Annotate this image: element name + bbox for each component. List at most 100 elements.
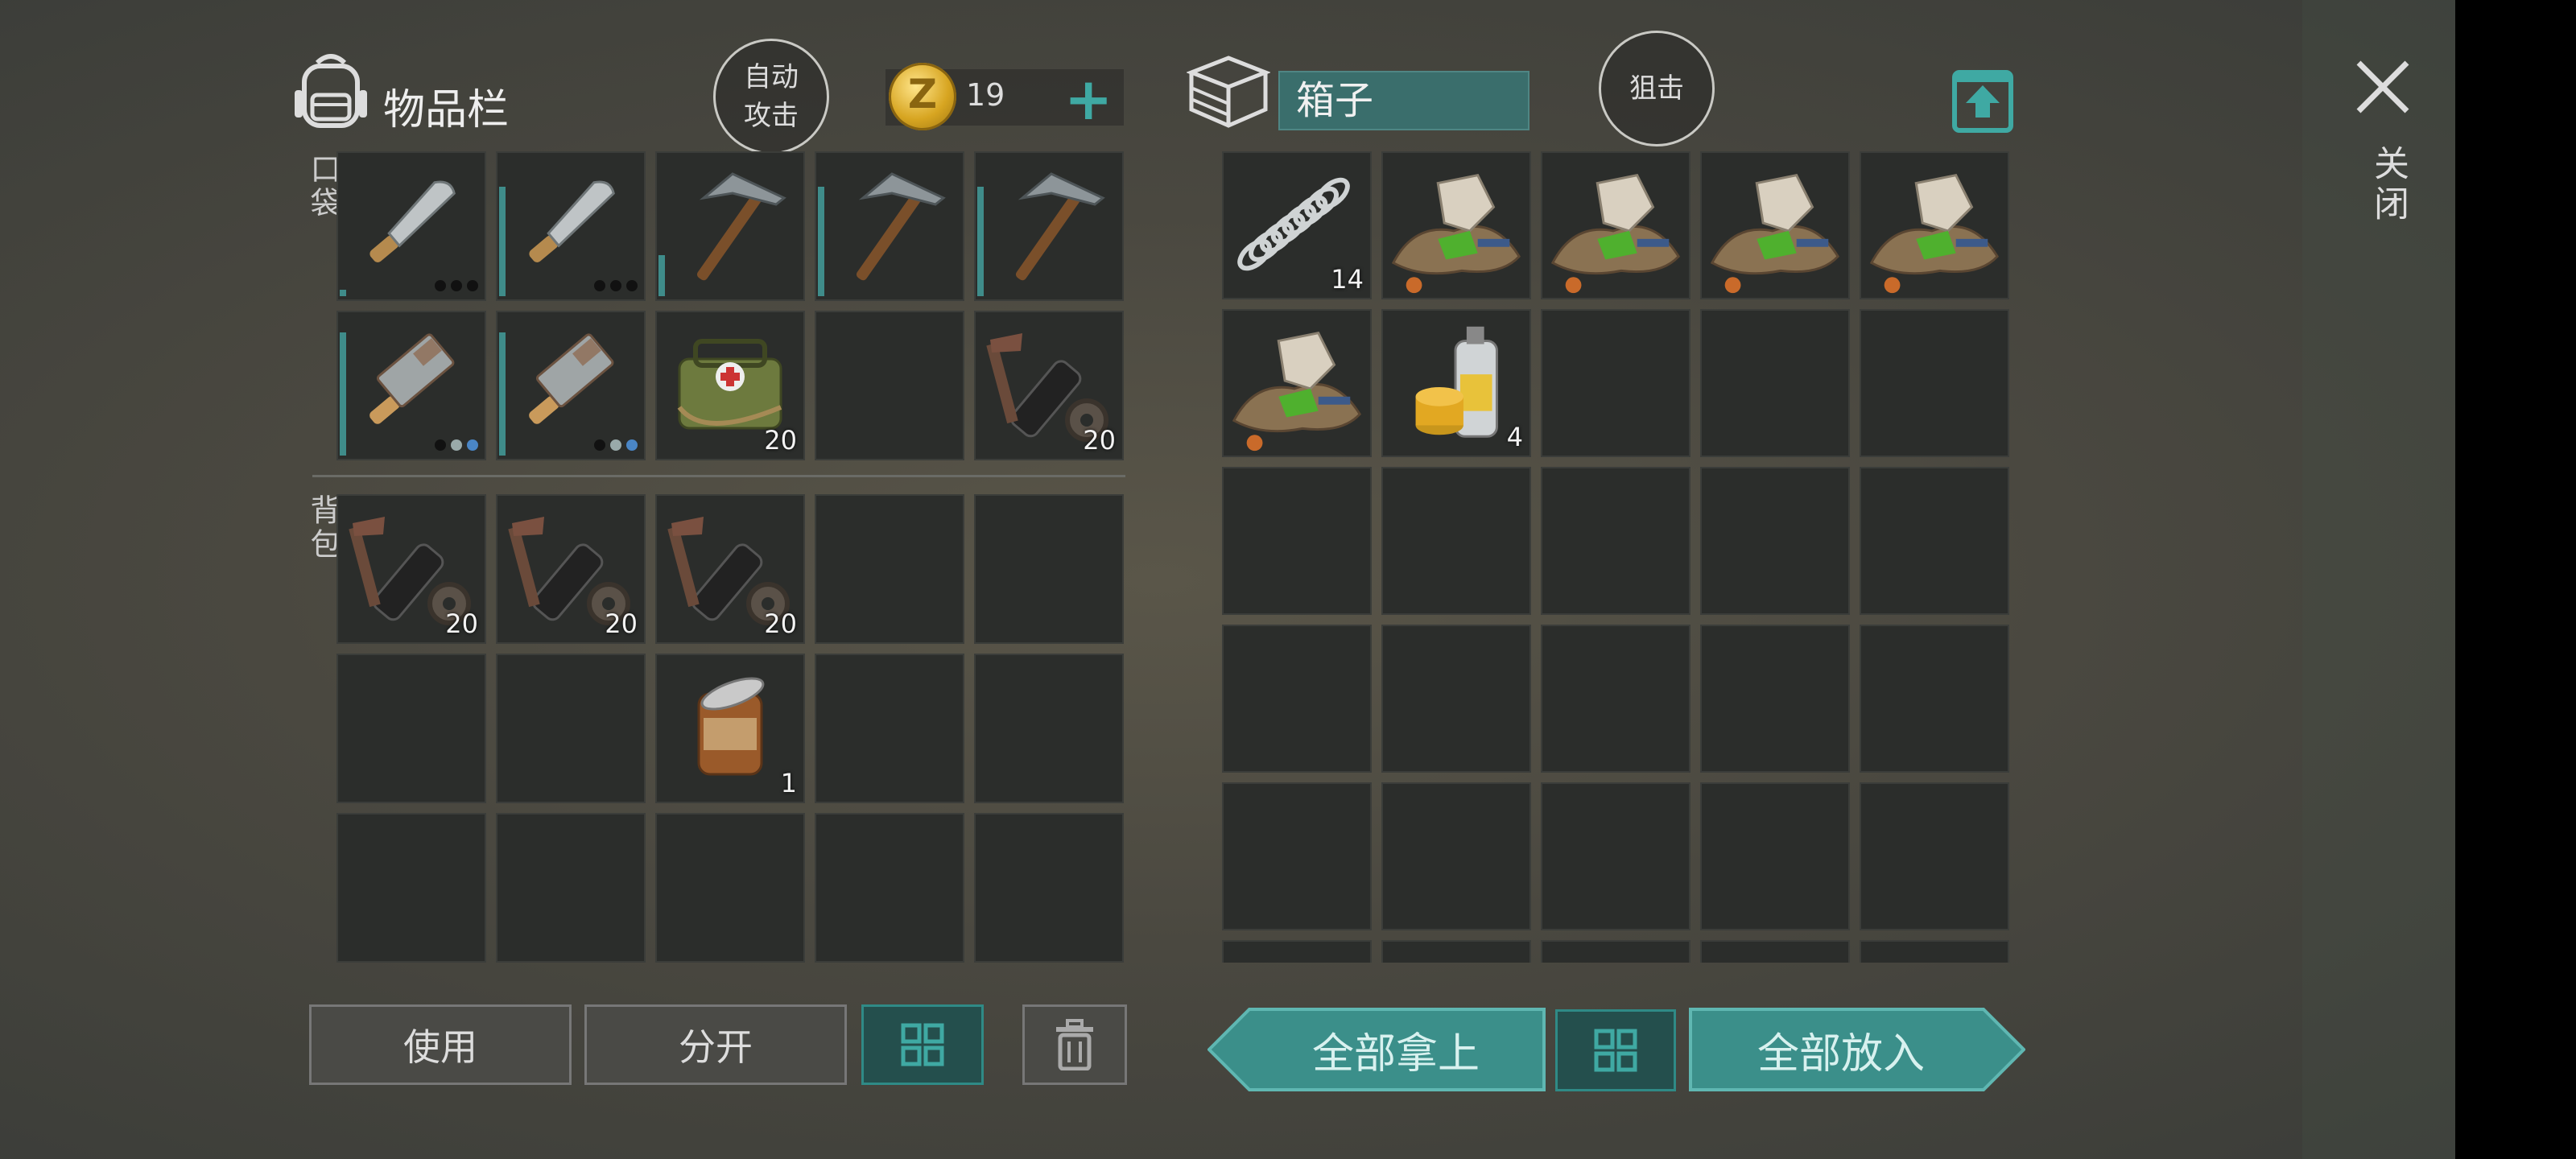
pockets-slot[interactable] [655,151,805,301]
scrap-pile-icon [1391,174,1521,294]
pockets-slot[interactable] [815,151,964,301]
box-slot[interactable] [1860,940,2009,963]
backpack-slot[interactable] [815,813,964,963]
box-slot[interactable] [1222,625,1372,773]
backpack-slot[interactable] [974,494,1124,644]
cleaver-icon [529,333,614,424]
snipe-button[interactable]: 狙击 [1599,31,1715,146]
box-name-field[interactable]: 箱子 [1278,71,1530,130]
box-slot[interactable] [1222,940,1372,963]
box-slot[interactable] [1860,625,2009,773]
coin-icon: Z [889,63,956,130]
put-all-button[interactable]: 全部放入 [1689,1008,2025,1091]
pockets-slot[interactable]: 20 [655,311,805,460]
auto-attack-line1: 自动 [744,61,799,93]
item-count: 20 [1083,425,1116,456]
box-slot[interactable] [1381,625,1531,773]
box-slot[interactable] [1222,467,1372,615]
pockets-slot[interactable] [496,311,646,460]
box-slot[interactable]: 4 [1381,309,1531,457]
scrap-pile-icon [1550,174,1681,294]
backpack-grid: 20 20 20 1 [336,494,1124,963]
backpack-icon [295,54,367,128]
box-slot[interactable] [1700,625,1850,773]
pockets-slot[interactable] [815,311,964,460]
box-slot[interactable] [1381,151,1531,299]
quality-dots [435,280,478,291]
use-button[interactable]: 使用 [309,1004,572,1085]
pockets-slot[interactable] [336,311,486,460]
backpack-slot[interactable] [496,813,646,963]
quality-dots [594,280,638,291]
close-icon[interactable] [2351,55,2415,119]
box-slot[interactable] [1860,782,2009,930]
box-slot[interactable] [1222,782,1372,930]
backpack-slot[interactable] [815,494,964,644]
box-slot[interactable] [1381,782,1531,930]
backpack-slot[interactable] [815,654,964,803]
auto-attack-line2: 攻击 [744,100,799,132]
backpack-slot[interactable] [974,813,1124,963]
box-slot[interactable] [1700,467,1850,615]
box-slot[interactable] [1541,309,1690,457]
backpack-slot[interactable] [336,813,486,963]
backpack-slot[interactable]: 20 [336,494,486,644]
backpack-slot[interactable] [336,654,486,803]
trash-icon [1056,1019,1093,1070]
scrap-pile-icon [1869,174,2000,294]
scrap-pile-icon [1232,332,1362,452]
pockets-slot[interactable] [974,151,1124,301]
box-slot[interactable] [1860,151,2009,299]
inventory-title: 物品栏 [383,86,510,134]
coin-count: 19 [966,77,1005,113]
box-slot[interactable] [1381,940,1531,963]
durability-bar [977,187,984,296]
section-divider [312,475,1125,477]
upload-icon[interactable] [1951,69,2014,134]
box-slot[interactable] [1541,782,1690,930]
box-slot[interactable] [1860,309,2009,457]
item-count: 4 [1506,422,1523,452]
box-slot[interactable] [1541,151,1690,299]
box-slot[interactable] [1860,467,2009,615]
backpack-slot[interactable] [496,654,646,803]
pockets-slot[interactable] [336,151,486,301]
machete-icon [369,180,456,262]
backpack-slot[interactable] [974,654,1124,803]
box-slot[interactable] [1541,467,1690,615]
item-count: 20 [605,608,638,639]
scrap-pile-icon [1710,174,1840,294]
box-slot[interactable] [1700,309,1850,457]
close-label[interactable]: 关闭 [2362,145,2413,225]
delete-button[interactable] [1022,1004,1127,1085]
hammer-icon [856,172,946,281]
backpack-slot[interactable]: 1 [655,654,805,803]
box-slot[interactable]: 14 [1222,151,1372,299]
box-slot[interactable] [1541,940,1690,963]
box-slot[interactable] [1700,151,1850,299]
durability-bar [658,255,665,296]
split-button[interactable]: 分开 [584,1004,847,1085]
add-coins-button[interactable]: + [1064,70,1113,128]
box-slot[interactable] [1381,467,1531,615]
sort-backpack-button[interactable] [861,1004,984,1085]
backpack-slot[interactable] [655,813,805,963]
box-slot[interactable] [1541,625,1690,773]
backpack-slot[interactable]: 20 [655,494,805,644]
sort-box-button[interactable] [1555,1009,1676,1091]
take-all-label: 全部拿上 [1311,1029,1480,1079]
durability-bar [499,187,506,296]
hammer-icon [1015,172,1105,281]
pockets-slot[interactable]: 20 [974,311,1124,460]
box-slot[interactable] [1700,782,1850,930]
pockets-slot[interactable] [496,151,646,301]
box-slot[interactable] [1222,309,1372,457]
item-count: 14 [1331,264,1364,295]
auto-attack-button[interactable]: 自动 攻击 [713,39,829,155]
grid-sort-icon [901,1023,944,1066]
take-all-button[interactable]: 全部拿上 [1208,1008,1546,1091]
backpack-slot[interactable]: 20 [496,494,646,644]
box-slot[interactable] [1700,940,1850,963]
screen-edge [2455,0,2576,1159]
quality-dots [594,439,638,451]
